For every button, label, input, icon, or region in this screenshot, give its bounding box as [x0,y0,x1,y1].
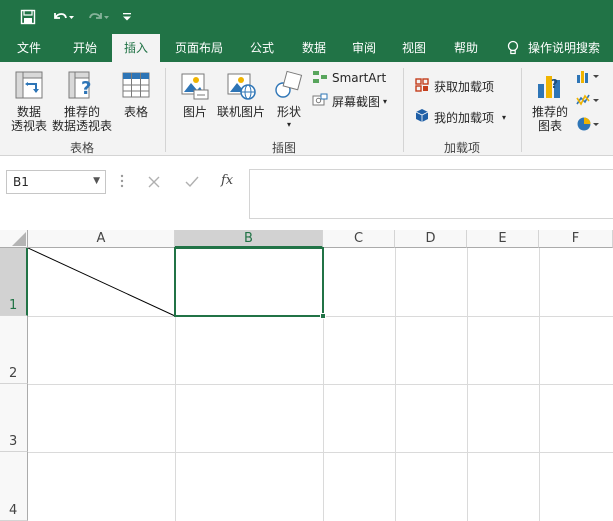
chevron-down-icon[interactable]: ▼ [93,176,100,186]
redo-icon[interactable] [86,8,112,26]
tab-file[interactable]: 文件 [6,34,52,62]
pictures-button[interactable]: 图片 [176,105,214,119]
formula-bar: B1 ▼ fx [0,156,613,230]
ribbon-insert: 数据 透视表 ? 推荐的 数据透视表 表格 表格 图片 联机图片 形状 ▾ Sm… [0,62,613,156]
recommended-charts-icon: ? [535,70,565,103]
dropdown-arrow-icon: ▾ [286,120,291,129]
group-label-addins: 加载项 [443,141,480,155]
tab-formulas[interactable]: 公式 [240,34,284,62]
save-icon[interactable] [18,8,38,26]
online-pictures-button[interactable]: 联机图片 [214,105,268,119]
addin-cube-icon [414,108,430,127]
select-all-corner[interactable] [0,230,28,248]
lightbulb-icon[interactable] [505,40,521,56]
tab-page-layout[interactable]: 页面布局 [166,34,232,62]
formula-bar-dots-icon [120,172,124,190]
tell-me-search[interactable]: 操作说明搜索 [528,34,612,62]
row-header-4[interactable]: 4 [0,452,28,521]
column-header-c[interactable]: C [323,230,395,248]
group-label-illustrations: 插图 [271,141,296,155]
smartart-button[interactable]: SmartArt [312,68,386,88]
enter-icon[interactable] [184,174,200,190]
table-icon [121,70,151,103]
svg-text:?: ? [551,77,558,91]
column-header-b[interactable]: B [175,230,323,248]
selected-cell-b1[interactable] [174,247,324,317]
customize-qat-icon[interactable] [120,8,134,26]
gridline [28,452,613,453]
screenshot-icon [312,93,328,110]
recommended-charts-button[interactable]: 推荐的 图表 [528,105,572,133]
name-box[interactable]: B1 ▼ [6,170,106,194]
group-separator [521,68,522,152]
shapes-icon [273,70,303,103]
table-button[interactable]: 表格 [116,105,156,119]
dropdown-arrow-icon: ▾ [502,112,507,122]
pie-chart-icon[interactable] [576,116,606,135]
fill-handle[interactable] [320,313,326,319]
tab-help[interactable]: 帮助 [444,34,488,62]
get-addins-button[interactable]: 获取加载项 [414,76,494,96]
pivot-table-icon [14,70,44,103]
worksheet-grid: A B C D E F 1 2 3 4 [0,230,613,521]
recommended-pivot-button[interactable]: 推荐的 数据透视表 [50,105,114,133]
column-header-f[interactable]: F [539,230,613,248]
tab-insert[interactable]: 插入 [112,34,160,62]
row-header-2[interactable]: 2 [0,316,28,384]
group-separator [165,68,166,152]
tab-home[interactable]: 开始 [60,34,110,62]
gridline [28,384,613,385]
tab-data[interactable]: 数据 [292,34,336,62]
smartart-icon [312,70,328,87]
column-header-d[interactable]: D [395,230,467,248]
pictures-icon [180,70,210,103]
svg-text:?: ? [81,78,91,99]
shapes-button[interactable]: 形状 ▾ [270,105,308,131]
title-bar [0,0,613,34]
online-pictures-icon [226,70,256,103]
dropdown-arrow-icon: ▾ [383,96,388,106]
column-header-a[interactable]: A [28,230,175,248]
store-icon [414,77,430,96]
screenshot-button[interactable]: 屏幕截图 ▾ [312,91,387,111]
column-header-e[interactable]: E [467,230,539,248]
column-chart-icon[interactable] [576,68,606,87]
undo-icon[interactable] [50,8,76,26]
ribbon-tab-bar: 文件 开始 插入 页面布局 公式 数据 审阅 视图 帮助 操作说明搜索 [0,34,613,62]
tab-view[interactable]: 视图 [392,34,436,62]
row-header-3[interactable]: 3 [0,384,28,452]
formula-input[interactable] [249,169,613,219]
cancel-icon[interactable] [146,174,162,190]
insert-function-button[interactable]: fx [221,173,233,188]
recommended-pivot-icon: ? [67,70,97,103]
cell-a1-diagonal-line [28,248,176,316]
group-separator [403,68,404,152]
row-header-1[interactable]: 1 [0,248,28,316]
group-label-tables: 表格 [69,141,94,155]
tab-review[interactable]: 审阅 [342,34,386,62]
my-addins-button[interactable]: 我的加载项 ▾ [414,107,506,127]
pivot-table-button[interactable]: 数据 透视表 [6,105,52,133]
line-chart-icon[interactable] [576,92,606,111]
